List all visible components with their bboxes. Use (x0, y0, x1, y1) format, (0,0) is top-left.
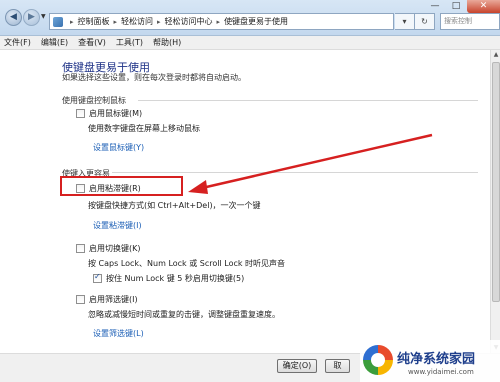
menu-view[interactable]: 查看(V) (78, 36, 106, 49)
cancel-button[interactable]: 取 (325, 359, 350, 373)
menu-bar: 文件(F) 编辑(E) 查看(V) 工具(T) 帮助(H) (0, 36, 500, 50)
arrow-shaft (201, 133, 433, 190)
search-input[interactable]: 搜索控制 (440, 13, 500, 30)
mouse-keys-label: 启用鼠标键(M) (89, 109, 143, 118)
chevron-right-icon: ▸ (157, 17, 161, 26)
address-bar[interactable]: ▸ 控制面板 ▸ 轻松访问 ▸ 轻松访问中心 ▸ 使键盘更易于使用 (49, 13, 394, 30)
num-lock-toggle-checkbox[interactable] (93, 272, 102, 283)
maximize-button[interactable]: □ (446, 0, 466, 13)
menu-edit[interactable]: 编辑(E) (41, 36, 68, 49)
chevron-down-icon: ▼ (41, 13, 46, 20)
site-logo-icon (363, 345, 393, 375)
chevron-right-icon: ▸ (113, 17, 118, 26)
section-mouse-keys-label: 使用键盘控制鼠标 (62, 96, 126, 105)
setup-filter-keys-link[interactable]: 设置筛选键(L) (93, 328, 144, 339)
control-panel-icon (53, 16, 63, 27)
mouse-keys-checkbox[interactable] (76, 109, 85, 118)
arrowhead-icon (188, 180, 208, 194)
setup-sticky-keys-link[interactable]: 设置粘滞键(I) (93, 220, 142, 231)
chevron-right-icon: ▸ (216, 17, 221, 26)
menu-tools[interactable]: 工具(T) (116, 36, 143, 49)
breadcrumb-control-panel[interactable]: 控制面板 (78, 16, 110, 27)
setup-mouse-keys-link[interactable]: 设置鼠标键(Y) (93, 142, 144, 153)
minimize-button[interactable]: — (425, 0, 445, 13)
recent-pages-dropdown[interactable]: ▼ (41, 13, 46, 20)
scroll-up-icon[interactable]: ▲ (491, 50, 500, 60)
sticky-keys-description: 按键盘快捷方式(如 Ctrl+Alt+Del)，一次一个键 (88, 201, 261, 210)
breadcrumb-ease-of-access[interactable]: 轻松访问 (121, 16, 153, 27)
toggle-keys-label: 启用切换键(K) (89, 244, 141, 253)
filter-keys-description: 忽略或减慢短时间或重复的击键，调整键盘重复速度。 (88, 310, 280, 319)
site-watermark: 纯净系统家园 www.yidaimei.com (360, 340, 500, 382)
title-bar: ◀ ▶ ▼ ▸ 控制面板 ▸ 轻松访问 ▸ 轻松访问中心 ▸ 使键盘更易于使用 … (0, 0, 500, 36)
watermark-title: 纯净系统家园 (397, 352, 476, 367)
breadcrumb-keyboard[interactable]: 使键盘更易于使用 (224, 16, 288, 27)
address-dropdown-button[interactable]: ▾ (395, 13, 415, 30)
filter-keys-option[interactable]: 启用筛选键(I) (76, 294, 138, 305)
breadcrumb-ease-of-access-center[interactable]: 轻松访问中心 (165, 16, 213, 27)
chevron-right-icon: ▸ (70, 17, 74, 26)
back-button[interactable]: ◀ (5, 9, 22, 26)
filter-keys-checkbox[interactable] (76, 295, 85, 304)
mouse-keys-option[interactable]: 启用鼠标键(M) (76, 108, 142, 119)
filter-keys-label: 启用筛选键(I) (89, 295, 138, 304)
menu-file[interactable]: 文件(F) (4, 36, 31, 49)
num-lock-toggle-option[interactable]: 按住 Num Lock 键 5 秒启用切换键(5) (93, 272, 245, 284)
toggle-keys-option[interactable]: 启用切换键(K) (76, 243, 141, 254)
address-actions: ▾ ↻ (395, 13, 435, 30)
red-arrow-annotation (188, 133, 433, 194)
toggle-keys-checkbox[interactable] (76, 244, 85, 253)
page-description: 如果选择这些设置，则在每次登录时都将自动启动。 (62, 73, 246, 82)
vertical-scrollbar[interactable]: ▲ ▼ (490, 50, 500, 353)
menu-help[interactable]: 帮助(H) (153, 36, 181, 49)
num-lock-toggle-label: 按住 Num Lock 键 5 秒启用切换键(5) (106, 274, 245, 283)
section-divider (138, 100, 478, 101)
refresh-button[interactable]: ↻ (415, 13, 435, 30)
arrow-left-icon: ◀ (10, 12, 17, 22)
watermark-url: www.yidaimei.com (408, 368, 474, 376)
forward-button[interactable]: ▶ (23, 9, 40, 26)
toggle-keys-description: 按 Caps Lock、Num Lock 或 Scroll Lock 时听见声音 (88, 259, 286, 268)
red-highlight-box (60, 176, 183, 196)
arrow-right-icon: ▶ (28, 12, 35, 22)
content-area: 使键盘更易于使用 如果选择这些设置，则在每次登录时都将自动启动。 使用键盘控制鼠… (0, 50, 490, 353)
close-button[interactable]: ✕ (467, 0, 500, 13)
scrollbar-thumb[interactable] (492, 62, 500, 302)
ok-button[interactable]: 确定(O) (277, 359, 317, 373)
